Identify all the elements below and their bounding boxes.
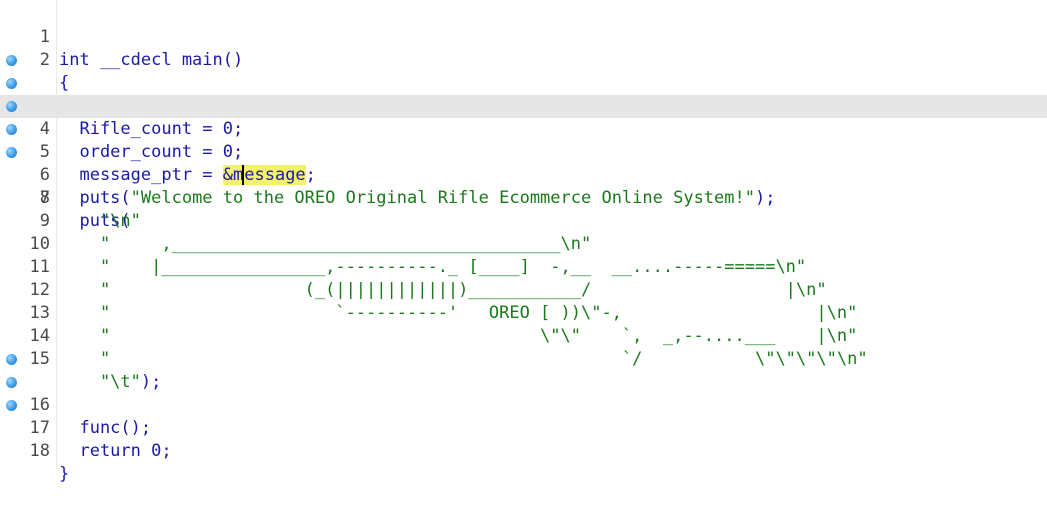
code-line-4[interactable]: 4 order_count = 0; [0,72,1047,162]
breakpoint-dot-icon[interactable] [6,101,17,112]
breakpoint-dot-icon[interactable] [6,55,17,66]
code-line-15[interactable]: 15 "\t"); [0,325,1047,392]
code-line-17[interactable]: 17 return 0; [0,371,1047,461]
code-line-9[interactable]: 9 " ,___________________________________… [0,187,1047,254]
breakpoint-dot-icon[interactable] [6,147,17,158]
breakpoint-dot-icon[interactable] [6,377,17,388]
breakpoint-dot-icon[interactable] [6,78,17,89]
code-line-8[interactable]: 8 "\n" [0,164,1047,231]
code-line-14[interactable]: 14 " `/ \"\"\"\"\n" [0,302,1047,369]
breakpoint-dot-icon[interactable] [6,124,17,135]
code-line-5-current[interactable]: 5 message_ptr = &message; [0,95,1047,185]
code-line-16[interactable]: 16 func(); [0,348,1047,438]
code-editor[interactable]: 1 int __cdecl main() 2 { 3 Rifle_count =… [0,0,1047,484]
breakpoint-dot-icon[interactable] [6,354,17,365]
code-line-18[interactable]: 18 } [0,394,1047,484]
breakpoint-dot-icon[interactable] [6,400,17,411]
code-line-7[interactable]: 7 puts( [0,141,1047,231]
code-line-1[interactable]: 1 int __cdecl main() [0,3,1047,70]
code-line-3[interactable]: 3 Rifle_count = 0; [0,49,1047,139]
code-line-6[interactable]: 6 puts("Welcome to the OREO Original Rif… [0,118,1047,208]
code-line-11[interactable]: 11 " (_(||||||||||||)___________/ |\n" [0,233,1047,300]
code-text: func(); [59,418,152,438]
code-line-13[interactable]: 13 " \"\" `, _,--....___ |\n" [0,279,1047,346]
line-number: 18 [29,441,50,461]
code-text: return 0; [59,441,172,461]
code-line-2[interactable]: 2 { [0,26,1047,93]
code-text: } [59,464,70,484]
code-line-10[interactable]: 10 " |________________,----------._ [___… [0,210,1047,277]
code-line-12[interactable]: 12 " `----------' OREO [ ))\"-, |\n" [0,256,1047,323]
